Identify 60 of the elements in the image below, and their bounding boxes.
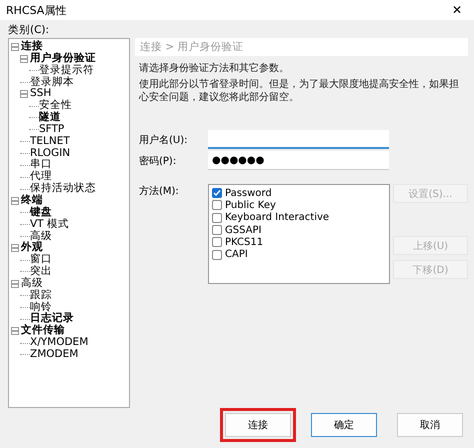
password-label: 密码(P): bbox=[139, 154, 178, 168]
collapse-icon[interactable] bbox=[20, 90, 28, 98]
tree-item[interactable]: 响铃 bbox=[30, 302, 52, 314]
tree-item[interactable]: 登录提示符 bbox=[39, 64, 94, 77]
category-label: 类别(C): bbox=[8, 23, 50, 37]
dialog-button[interactable]: 取消 bbox=[397, 413, 463, 437]
checkbox[interactable] bbox=[212, 188, 222, 198]
close-button[interactable]: ✕ bbox=[446, 3, 468, 17]
tree-item[interactable]: 窗口 bbox=[30, 254, 52, 266]
password-field[interactable]: ●●●●●● bbox=[208, 151, 389, 170]
collapse-icon[interactable] bbox=[11, 42, 19, 51]
tree-item[interactable]: 串口 bbox=[30, 159, 52, 172]
tree-item[interactable]: 登录脚本 bbox=[30, 76, 74, 88]
checkbox[interactable] bbox=[212, 212, 222, 223]
tree-item[interactable]: 保持活动状态 bbox=[30, 183, 96, 195]
tree-item[interactable]: 键盘 bbox=[30, 206, 52, 219]
method-option: Password bbox=[225, 188, 272, 199]
tree-item[interactable]: 隧道 bbox=[39, 112, 61, 124]
method-option: PKCS11 bbox=[225, 236, 264, 248]
collapse-icon[interactable] bbox=[11, 244, 19, 252]
username-field[interactable] bbox=[208, 130, 389, 149]
dialog-button[interactable]: 连接 bbox=[225, 413, 291, 437]
tree-item[interactable]: TELNET bbox=[30, 136, 70, 148]
collapse-icon[interactable] bbox=[11, 196, 19, 205]
tree-item[interactable]: 高级 bbox=[21, 278, 43, 290]
tree-item[interactable]: SFTP bbox=[39, 124, 64, 136]
tree-item[interactable]: VT 模式 bbox=[30, 218, 69, 230]
method-option: GSSAPI bbox=[225, 224, 262, 236]
tree-item[interactable]: 连接 bbox=[21, 41, 43, 53]
checkbox[interactable] bbox=[212, 237, 222, 248]
tree-item[interactable]: RLOGIN bbox=[30, 148, 70, 160]
tree-item[interactable]: 终端 bbox=[21, 194, 43, 207]
tree-item[interactable]: X/YMODEM bbox=[30, 337, 88, 349]
tree-item[interactable]: 用户身份验证 bbox=[30, 52, 96, 65]
tree-item[interactable]: 代理 bbox=[30, 171, 52, 184]
method-option: Keyboard Interactive bbox=[225, 212, 330, 224]
intro-text: 请选择身份验证方法和其它参数。 bbox=[139, 62, 290, 75]
note-text: 使用此部分以节省登录时间。但是，为了最大限度地提高安全性，如果担心安全问题，建议您将此部分留空。 bbox=[139, 78, 460, 104]
checkbox[interactable] bbox=[212, 225, 222, 236]
username-label: 用户名(U): bbox=[139, 134, 188, 146]
collapse-icon[interactable] bbox=[20, 54, 28, 63]
collapse-icon[interactable] bbox=[11, 327, 19, 336]
method-option: Public Key bbox=[225, 200, 276, 211]
dialog-button[interactable]: 确定 bbox=[311, 413, 377, 437]
tree-item[interactable]: 文件传输 bbox=[21, 325, 65, 338]
method-option: CAPI bbox=[225, 249, 248, 260]
tree-item[interactable]: 安全性 bbox=[39, 100, 72, 112]
tree-item[interactable]: ZMODEM bbox=[30, 348, 78, 361]
method-label: 方法(M): bbox=[139, 184, 180, 198]
tree-item[interactable]: 突出 bbox=[30, 266, 52, 278]
tree-item[interactable]: 外观 bbox=[21, 242, 43, 254]
tree-item[interactable]: 高级 bbox=[30, 230, 52, 242]
tree-item[interactable]: 跟踪 bbox=[30, 290, 52, 302]
checkbox[interactable] bbox=[212, 250, 222, 260]
checkbox[interactable] bbox=[212, 200, 222, 210]
tree-item[interactable]: SSH bbox=[30, 88, 52, 100]
breadcrumb: 连接 > 用户身份验证 bbox=[135, 38, 468, 56]
window-title: RHCSA属性 bbox=[6, 2, 66, 18]
collapse-icon[interactable] bbox=[11, 280, 19, 288]
tree-item[interactable]: 日志记录 bbox=[30, 313, 74, 326]
